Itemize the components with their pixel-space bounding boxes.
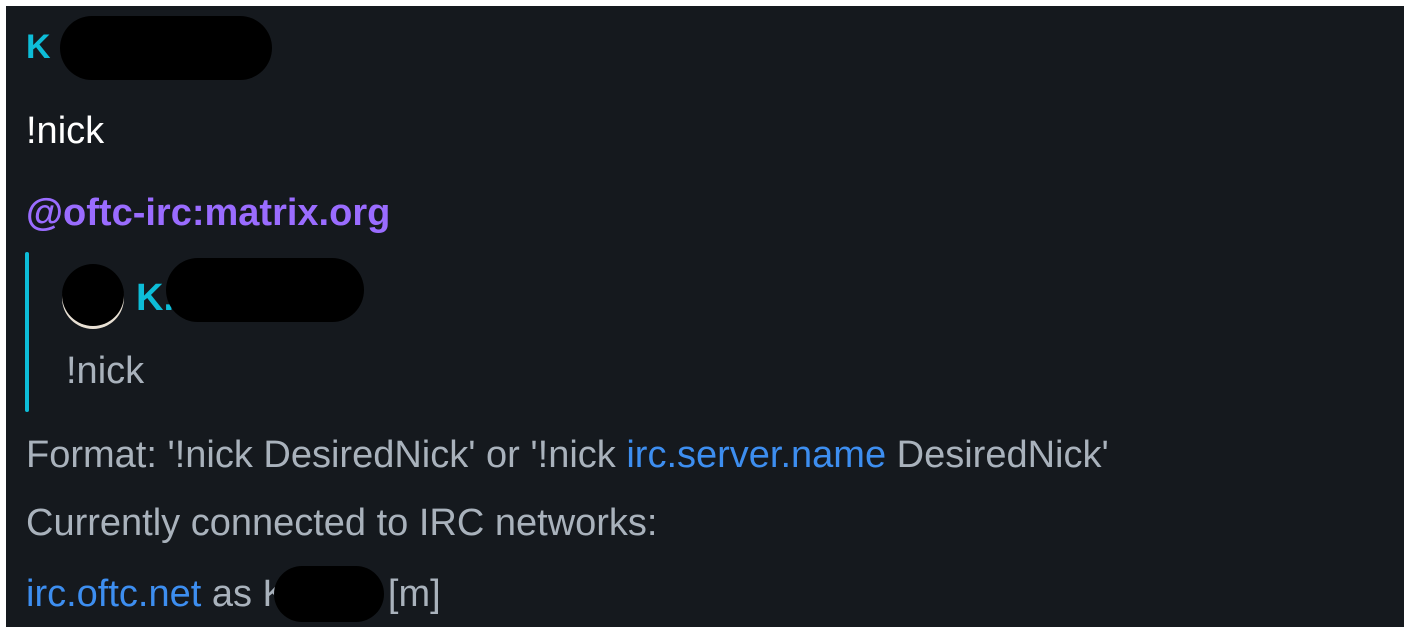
redacted-quoted-name-block [166,258,364,322]
quoted-message-body[interactable]: !nick [66,350,144,393]
avatar[interactable] [62,264,124,326]
reply-quote-bar [25,252,29,412]
format-help-line: Format: '!nick DesiredNick' or '!nick ir… [26,434,1109,477]
server-name-link[interactable]: irc.server.name [626,434,886,476]
message-timeline: K !nick @oftc-irc:matrix.org K. !nick Fo… [6,6,1404,627]
bot-sender-name[interactable]: @oftc-irc:matrix.org [26,192,390,235]
connected-networks-line: Currently connected to IRC networks: [26,502,658,544]
format-suffix: DesiredNick' [886,434,1109,476]
network-mode: [m] [387,573,441,616]
format-prefix: Format: '!nick DesiredNick' or '!nick [26,434,627,476]
message-body: !nick [26,110,105,152]
sender-name[interactable]: K [26,28,51,67]
redacted-name-block [60,16,272,80]
redacted-nick-block [273,566,384,622]
network-link[interactable]: irc.oftc.net [26,573,201,615]
network-entry-line: irc.oftc.net as K [m] [26,566,441,624]
